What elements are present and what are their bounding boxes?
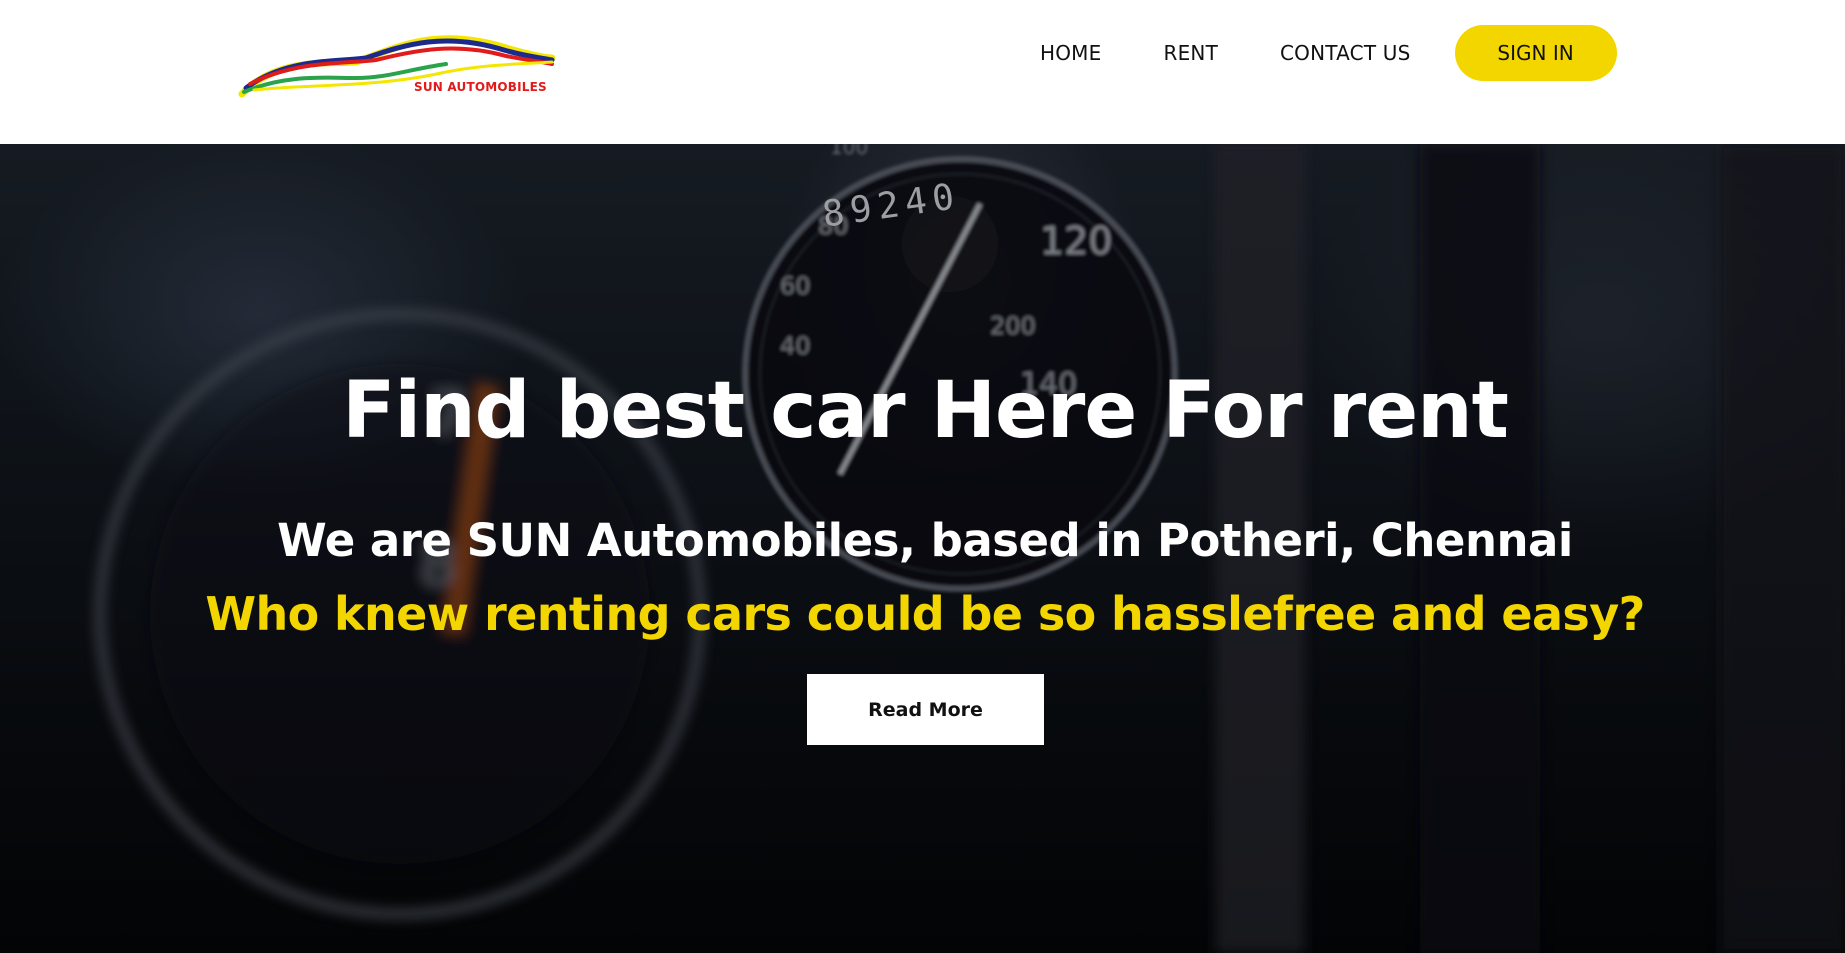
logo-wordmark: SUN AUTOMOBILES: [414, 80, 547, 94]
sign-in-button[interactable]: SIGN IN: [1454, 25, 1617, 81]
hero-tagline: Who knew renting cars could be so hassle…: [205, 587, 1645, 641]
sun-automobiles-logo[interactable]: SUN AUTOMOBILES: [236, 28, 556, 106]
read-more-button[interactable]: Read More: [807, 674, 1044, 745]
nav-rent[interactable]: RENT: [1163, 41, 1218, 65]
nav-contact-us[interactable]: CONTACT US: [1280, 41, 1411, 65]
site-header: SUN AUTOMOBILES HOME RENT CONTACT US SIG…: [0, 0, 1845, 144]
nav-home[interactable]: HOME: [1040, 41, 1101, 65]
hero-title: Find best car Here For rent: [342, 366, 1509, 456]
hero-subtitle: We are SUN Automobiles, based in Potheri…: [277, 514, 1573, 567]
hero-banner: 7 8 80 60 40 100 120 200 140 89240 Find …: [0, 144, 1845, 953]
car-swoosh-logo-icon: [238, 35, 556, 98]
main-nav: HOME RENT CONTACT US SIGN IN: [1040, 24, 1617, 82]
